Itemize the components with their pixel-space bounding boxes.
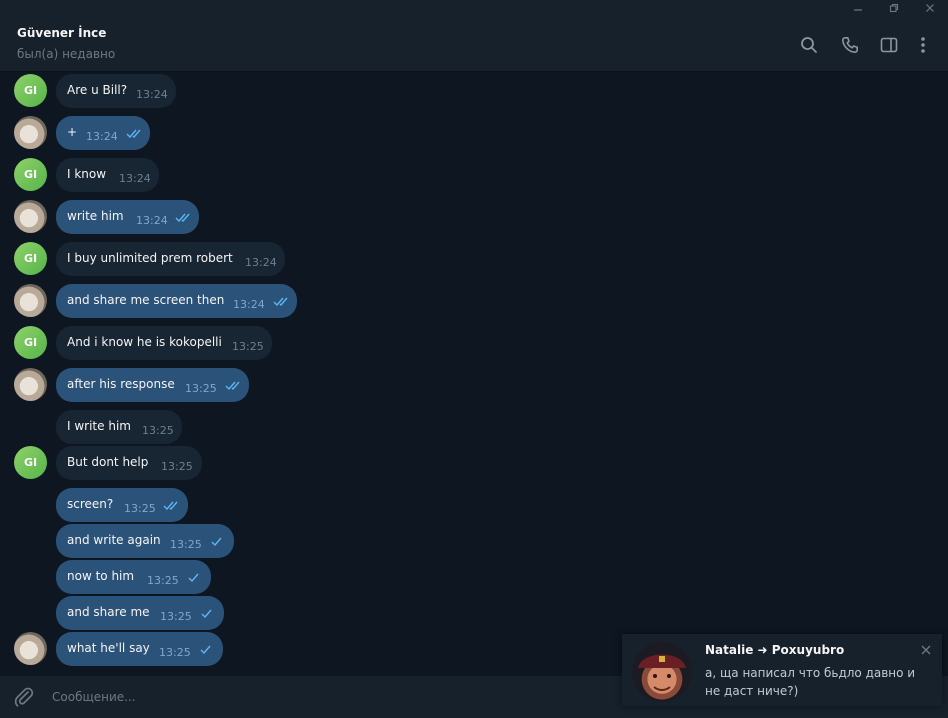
double-check-icon xyxy=(225,381,240,391)
message-list[interactable]: GI Are u Bill? 13:24 + 13:24 GI I know 1… xyxy=(0,72,948,676)
message-bubble[interactable]: But dont help 13:25 xyxy=(56,446,202,480)
chat-status: был(а) недавно xyxy=(17,47,116,61)
minimize-icon[interactable] xyxy=(840,0,876,16)
notification-toast[interactable]: Natalie ➜ Poxuyubro а, ща написал что бь… xyxy=(622,634,942,706)
avatar[interactable]: GI xyxy=(14,74,47,107)
message-bubble[interactable]: write him 13:24 xyxy=(56,200,199,234)
notification-title: Natalie ➜ Poxuyubro xyxy=(705,643,845,657)
message-bubble[interactable]: And i know he is kokopelli 13:25 xyxy=(56,326,272,360)
single-check-icon xyxy=(211,537,222,547)
chat-header: Güvener İnce был(а) недавно xyxy=(0,16,948,72)
avatar[interactable] xyxy=(14,284,47,317)
double-check-icon xyxy=(126,129,141,139)
sidebar-toggle-icon[interactable] xyxy=(878,34,900,56)
double-check-icon xyxy=(175,213,190,223)
more-vertical-icon[interactable] xyxy=(912,34,934,56)
message-input[interactable]: Сообщение... xyxy=(52,690,136,704)
message-bubble[interactable]: what he'll say 13:25 xyxy=(56,632,223,666)
message-bubble[interactable]: I write him 13:25 xyxy=(56,410,182,444)
avatar[interactable]: GI xyxy=(14,158,47,191)
message-bubble[interactable]: Are u Bill? 13:24 xyxy=(56,74,176,108)
avatar[interactable] xyxy=(14,200,47,233)
message-bubble[interactable]: I know 13:24 xyxy=(56,158,159,192)
single-check-icon xyxy=(200,645,211,655)
double-check-icon xyxy=(163,501,178,511)
single-check-icon xyxy=(201,609,212,619)
avatar[interactable] xyxy=(14,116,47,149)
avatar[interactable]: GI xyxy=(14,326,47,359)
avatar[interactable]: GI xyxy=(14,446,47,479)
message-bubble[interactable]: now to him 13:25 xyxy=(56,560,211,594)
single-check-icon xyxy=(188,573,199,583)
avatar[interactable]: GI xyxy=(14,242,47,275)
paperclip-icon[interactable] xyxy=(13,686,35,708)
message-bubble[interactable]: I buy unlimited prem robert 13:24 xyxy=(56,242,285,276)
message-bubble[interactable]: and share me 13:25 xyxy=(56,596,224,630)
window-titlebar xyxy=(0,0,948,16)
message-bubble[interactable]: screen? 13:25 xyxy=(56,488,188,522)
message-bubble[interactable]: and write again 13:25 xyxy=(56,524,234,558)
close-icon[interactable] xyxy=(912,0,948,16)
message-bubble[interactable]: after his response 13:25 xyxy=(56,368,249,402)
chat-title[interactable]: Güvener İnce xyxy=(17,26,106,40)
phone-icon[interactable] xyxy=(839,34,861,56)
notification-body: а, ща написал что бьдло давно и не даст … xyxy=(705,666,916,698)
message-bubble[interactable]: and share me screen then 13:24 xyxy=(56,284,297,318)
avatar[interactable] xyxy=(14,632,47,665)
close-icon[interactable] xyxy=(918,642,934,658)
search-icon[interactable] xyxy=(798,34,820,56)
avatar[interactable] xyxy=(14,368,47,401)
double-check-icon xyxy=(273,297,288,307)
message-bubble[interactable]: + 13:24 xyxy=(56,116,150,150)
restore-icon[interactable] xyxy=(876,0,912,16)
avatar xyxy=(632,642,692,702)
